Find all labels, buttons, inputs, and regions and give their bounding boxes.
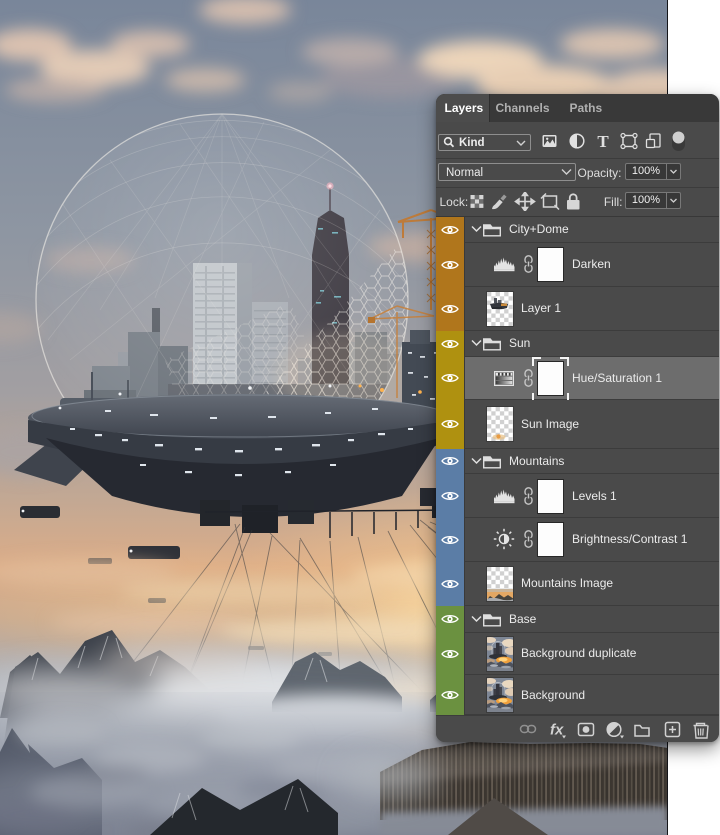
svg-text:fx: fx: [550, 722, 564, 739]
svg-text:Normal: Normal: [446, 167, 483, 179]
svg-text:Kind: Kind: [459, 137, 485, 149]
svg-text:T: T: [597, 132, 609, 151]
